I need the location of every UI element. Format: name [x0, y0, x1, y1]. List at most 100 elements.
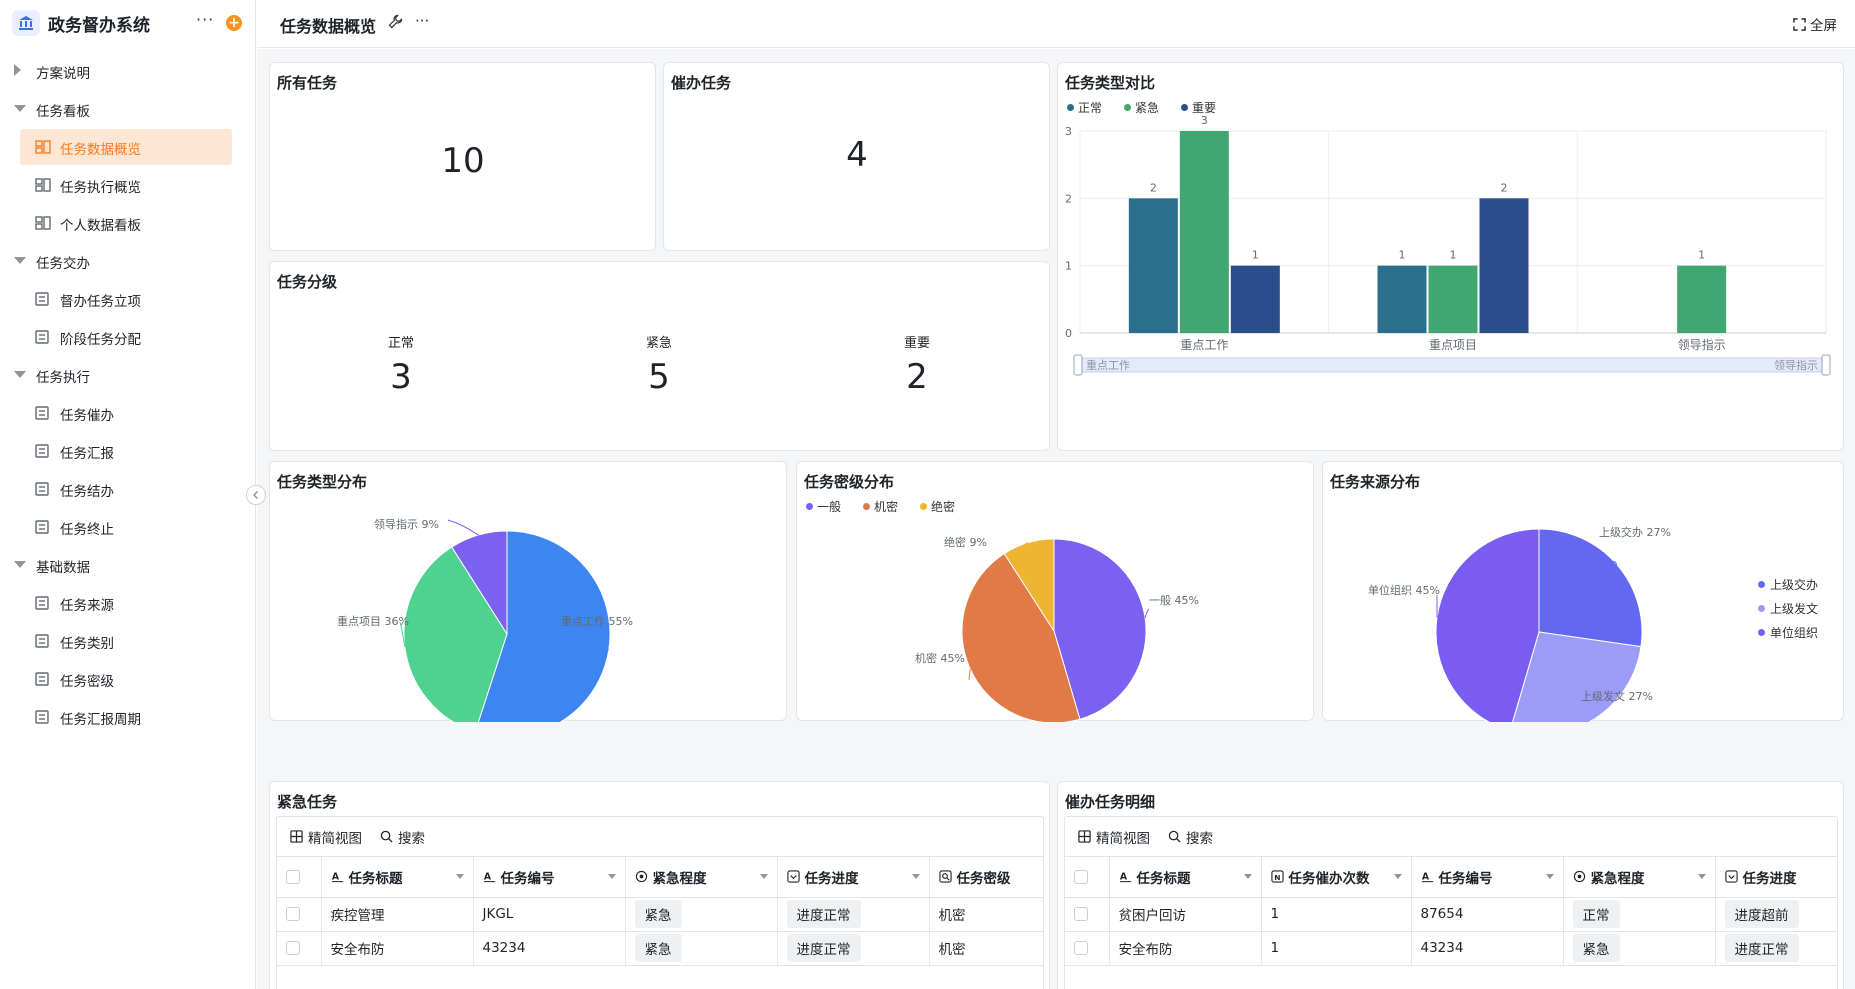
column-header[interactable]: 任务进度 — [1715, 857, 1837, 898]
sidebar-item-terminate[interactable]: 任务终止 — [0, 509, 256, 545]
cell-code[interactable]: JKGL — [473, 897, 626, 932]
column-header[interactable]: 任务进度 — [777, 857, 930, 898]
cell-secret[interactable]: 机密 — [929, 931, 1043, 966]
cell-urge-count[interactable]: 1 — [1261, 931, 1412, 966]
sidebar-item-report-cycle[interactable]: 任务汇报周期 — [0, 699, 256, 735]
grade-value: 5 — [648, 357, 670, 397]
column-header[interactable]: 紧急程度 — [1563, 857, 1716, 898]
select-all-checkbox[interactable] — [286, 869, 300, 884]
form-icon — [35, 406, 49, 424]
bar-chart: 0123231重点工作1 12重点项目1领导指示重点工作 领导指示 — [1065, 114, 1831, 376]
row-checkbox[interactable] — [1074, 941, 1088, 955]
table-row[interactable]: 安全布防 1 43234 紧急 进度正常 — [1065, 931, 1837, 966]
sidebar-group-basic[interactable]: 基础数据 — [0, 547, 256, 583]
cell-urge-count[interactable]: 1 — [1261, 897, 1412, 932]
table-header-row: A 任务标题 N 任务催办次数 A 任务编号 紧急程度 任务进度 — [1065, 857, 1837, 898]
table-toolbar: 精简视图 搜索 — [277, 817, 1043, 857]
row-checkbox[interactable] — [286, 941, 300, 955]
svg-text:A: A — [331, 872, 339, 883]
cell-title[interactable]: 安全布防 — [321, 931, 474, 966]
form-icon — [35, 710, 49, 728]
column-header[interactable]: 紧急程度 — [625, 857, 778, 898]
table-row[interactable]: 疾控管理 JKGL 紧急 进度正常 机密 — [277, 897, 1043, 932]
row-checkbox[interactable] — [286, 907, 300, 921]
sidebar-item-project[interactable]: 督办任务立项 — [0, 281, 256, 317]
progress-tag: 进度正常 — [1724, 934, 1799, 962]
sidebar-item-label: 任务汇报 — [60, 446, 114, 462]
sidebar-item-source[interactable]: 任务来源 — [0, 585, 256, 621]
more-icon[interactable]: ··· — [415, 12, 429, 30]
collapse-sidebar-button[interactable] — [246, 485, 266, 505]
sidebar-item-urge[interactable]: 任务催办 — [0, 395, 256, 431]
dropdown-icon — [1243, 874, 1252, 880]
select-all-checkbox[interactable] — [1074, 869, 1088, 884]
grid-icon — [290, 830, 303, 843]
column-header[interactable]: A 任务编号 — [1411, 857, 1564, 898]
sidebar-header: 政务督办系统 ··· + — [0, 0, 256, 46]
compact-view-button[interactable]: 精简视图 — [1078, 827, 1150, 847]
fullscreen-label: 全屏 — [1810, 18, 1837, 34]
cell-code[interactable]: 43234 — [473, 931, 626, 966]
all-tasks-count: 10 — [441, 141, 485, 181]
sidebar-item-task-overview[interactable]: 任务数据概览 — [20, 129, 232, 165]
slice-label: 领导指示 9% — [374, 517, 439, 531]
single-select-icon — [1573, 871, 1585, 883]
table-row[interactable]: 贫困户回访 1 87654 正常 进度超前 — [1065, 897, 1837, 932]
dropdown-icon — [1697, 874, 1706, 880]
form-icon — [35, 596, 49, 614]
sidebar-item-category[interactable]: 任务类别 — [0, 623, 256, 659]
column-header[interactable]: 任务密级 — [929, 857, 1043, 898]
sidebar-group-dashboard[interactable]: 任务看板 — [0, 91, 256, 127]
sidebar-item-secret[interactable]: 任务密级 — [0, 661, 256, 697]
row-checkbox[interactable] — [1074, 907, 1088, 921]
column-header[interactable]: A 任务标题 — [1109, 857, 1262, 898]
column-header-label: 任务密级 — [956, 870, 1011, 887]
cell-title[interactable]: 疾控管理 — [321, 897, 474, 932]
column-header-label: 任务催办次数 — [1288, 870, 1370, 887]
card-title: 催办任务 — [671, 74, 732, 92]
pie-chart: 上级交办 27% 上级发文 27% 单位组织 45% — [1368, 525, 1671, 722]
card-task-type-compare: 任务类型对比 正常 紧急 重要 0 1 2 3 2 3 1 重点工作 1 1 2 重点项目 1 领导指示重… — [1057, 62, 1844, 451]
column-header[interactable]: N 任务催办次数 — [1261, 857, 1412, 898]
fullscreen-button[interactable]: 全屏 — [1793, 14, 1837, 34]
sidebar-item-label: 任务终止 — [60, 522, 114, 538]
column-header-label: 任务编号 — [500, 870, 555, 887]
cell-secret[interactable]: 机密 — [929, 897, 1043, 932]
grade-important: 重要 2 — [904, 332, 930, 397]
form-icon — [35, 634, 49, 652]
caret-down-icon — [14, 371, 26, 378]
sidebar-item-personal-board[interactable]: 个人数据看板 — [0, 205, 256, 241]
more-icon[interactable]: ··· — [196, 10, 214, 29]
cell-title[interactable]: 贫困户回访 — [1109, 897, 1262, 932]
sidebar-item-label: 任务来源 — [60, 598, 114, 614]
compact-view-button[interactable]: 精简视图 — [290, 827, 362, 847]
caret-right-icon — [14, 64, 21, 76]
sidebar-item-close[interactable]: 任务结办 — [0, 471, 256, 507]
column-header[interactable]: A 任务编号 — [473, 857, 626, 898]
wrench-icon[interactable] — [388, 14, 403, 33]
grade-value: 3 — [390, 357, 412, 397]
number-field-icon: N — [1270, 870, 1284, 883]
dropdown-icon — [607, 874, 616, 880]
text-field-icon: A — [483, 872, 495, 883]
slice-label: 一般 45% — [1149, 594, 1199, 607]
cell-title[interactable]: 安全布防 — [1109, 931, 1262, 966]
dashboard-canvas: 所有任务 10 催办任务 4 任务分级 正常 3 紧急 5 重要 2 任务类型对… — [257, 49, 1855, 989]
cell-code[interactable]: 43234 — [1411, 931, 1564, 966]
table-row[interactable]: 安全布防 43234 紧急 进度正常 机密 — [277, 931, 1043, 966]
sidebar-group-assign[interactable]: 任务交办 — [0, 243, 256, 279]
dropdown-icon — [455, 874, 464, 880]
column-header[interactable]: A 任务标题 — [321, 857, 474, 898]
grade-label: 重要 — [903, 336, 931, 351]
sidebar-item-stage-assign[interactable]: 阶段任务分配 — [0, 319, 256, 355]
sidebar-item-plan[interactable]: 方案说明 — [0, 53, 256, 89]
search-button[interactable]: 搜索 — [380, 827, 425, 847]
sidebar-item-report[interactable]: 任务汇报 — [0, 433, 256, 469]
sidebar-group-exec[interactable]: 任务执行 — [0, 357, 256, 393]
search-button[interactable]: 搜索 — [1168, 827, 1213, 847]
cell-code[interactable]: 87654 — [1411, 897, 1564, 932]
zoom-slider-track — [1077, 357, 1827, 373]
sidebar-item-exec-overview[interactable]: 任务执行概览 — [0, 167, 256, 203]
slice-label: 上级交办 27% — [1599, 525, 1671, 539]
add-icon[interactable]: + — [226, 15, 242, 31]
